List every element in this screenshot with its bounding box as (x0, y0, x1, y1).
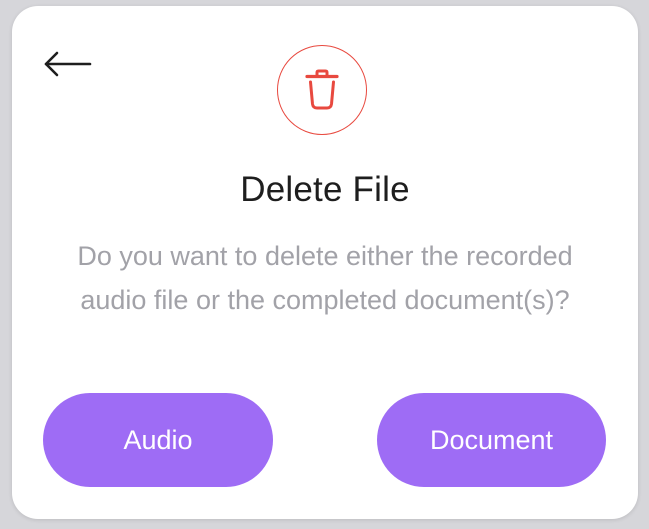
trash-icon (305, 69, 339, 110)
delete-icon-badge (277, 45, 367, 135)
dialog-title: Delete File (240, 170, 410, 209)
delete-file-dialog: Delete File Do you want to delete either… (12, 6, 638, 519)
delete-document-button[interactable]: Document (377, 393, 606, 487)
back-button[interactable] (40, 44, 96, 84)
arrow-left-icon (44, 51, 92, 77)
dialog-message: Do you want to delete either the recorde… (77, 241, 573, 315)
delete-audio-button[interactable]: Audio (43, 393, 273, 487)
